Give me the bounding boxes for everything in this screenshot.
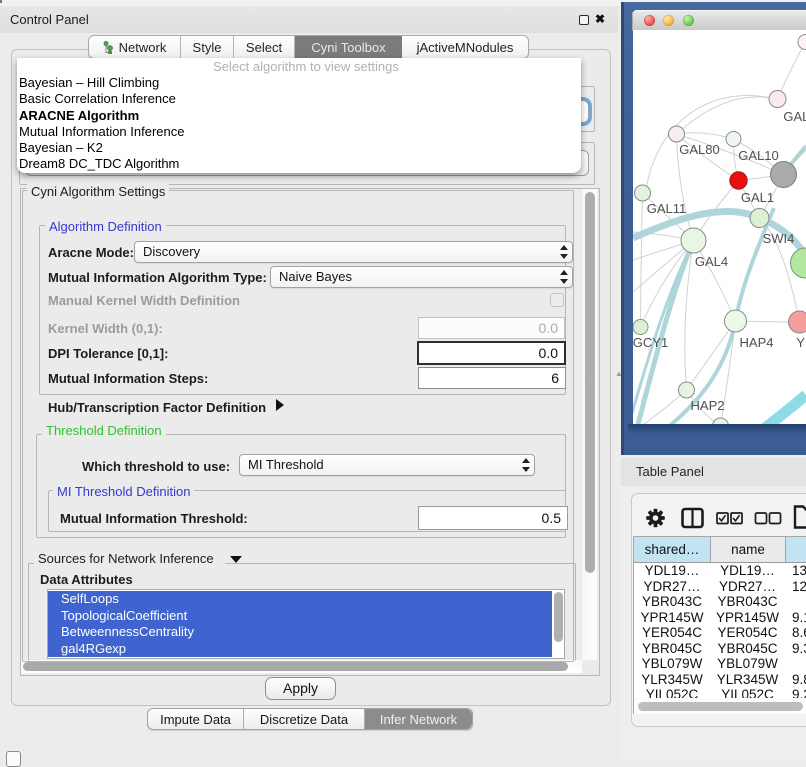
svg-text:YM: YM bbox=[796, 335, 806, 350]
svg-text:GAL11: GAL11 bbox=[647, 201, 687, 216]
svg-text:HAP4: HAP4 bbox=[740, 335, 774, 350]
svg-text:GAL80: GAL80 bbox=[679, 142, 719, 157]
svg-text:GAL1: GAL1 bbox=[741, 190, 774, 205]
svg-text:GAL10: GAL10 bbox=[738, 148, 778, 163]
svg-text:GAL4: GAL4 bbox=[695, 254, 728, 269]
svg-text:HAP2: HAP2 bbox=[691, 398, 725, 413]
svg-text:GCY1: GCY1 bbox=[633, 335, 668, 350]
svg-text:SWI4: SWI4 bbox=[763, 231, 795, 246]
svg-text:GAL7: GAL7 bbox=[783, 109, 806, 124]
